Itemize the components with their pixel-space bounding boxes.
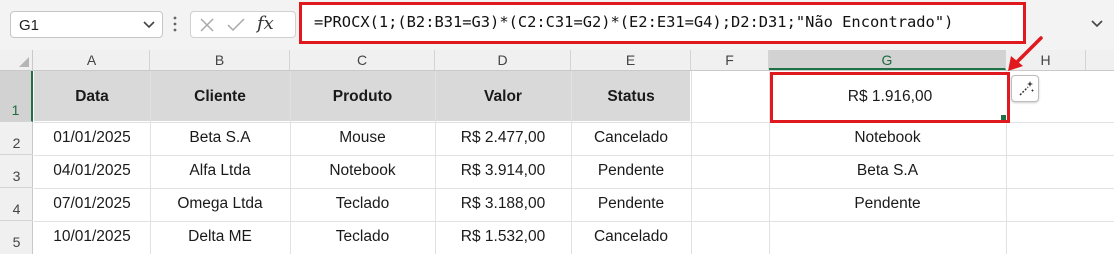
insert-function-button[interactable]: fx bbox=[257, 13, 274, 34]
more-options-icon[interactable] bbox=[172, 14, 178, 34]
cancel-icon[interactable] bbox=[199, 17, 215, 33]
criteria-cell-g4[interactable]: Pendente bbox=[769, 195, 1006, 213]
formula-bar: G1 fx =PROCX(1;(B2:B31=G3)*(C2:C31=G2)*(… bbox=[0, 0, 1114, 51]
table-cell[interactable]: R$ 2.477,00 bbox=[435, 129, 571, 147]
table-cell[interactable]: Alfa Ltda bbox=[150, 162, 290, 180]
lookup-result-value: R$ 1.916,00 bbox=[847, 88, 933, 105]
criteria-cell-g3[interactable]: Beta S.A bbox=[769, 162, 1006, 180]
formula-input[interactable]: =PROCX(1;(B2:B31=G3)*(C2:C31=G2)*(E2:E31… bbox=[299, 2, 1026, 44]
column-header-c[interactable]: C bbox=[290, 50, 435, 70]
table-cell[interactable]: Delta ME bbox=[150, 228, 290, 246]
fill-handle[interactable] bbox=[1001, 115, 1006, 120]
chevron-down-icon[interactable] bbox=[142, 19, 156, 31]
table-cell[interactable]: 04/01/2025 bbox=[34, 162, 150, 180]
table-cell[interactable]: R$ 3.188,00 bbox=[435, 195, 571, 213]
select-all-triangle bbox=[19, 57, 29, 67]
name-box-value: G1 bbox=[19, 17, 40, 34]
row-header-4[interactable]: 4 bbox=[0, 188, 33, 221]
column-header-f[interactable]: F bbox=[691, 50, 769, 70]
spreadsheet-window: G1 fx =PROCX(1;(B2:B31=G3)*(C2:C31=G2)*(… bbox=[0, 0, 1114, 254]
row-header-1[interactable]: 1 bbox=[0, 71, 33, 122]
table-cell[interactable]: 01/01/2025 bbox=[34, 129, 150, 147]
table-cell[interactable]: Cancelado bbox=[571, 228, 691, 246]
table-cell[interactable]: Pendente bbox=[571, 162, 691, 180]
table-cell[interactable]: Mouse bbox=[290, 129, 435, 147]
column-headers: A B C D E F G H bbox=[0, 50, 1114, 71]
table-cell[interactable]: 07/01/2025 bbox=[34, 195, 150, 213]
header-cell-data[interactable]: Data bbox=[34, 88, 150, 106]
table-cell[interactable]: Notebook bbox=[290, 162, 435, 180]
header-cell-status[interactable]: Status bbox=[571, 88, 691, 106]
row-header-3[interactable]: 3 bbox=[0, 155, 33, 188]
formula-text: =PROCX(1;(B2:B31=G3)*(C2:C31=G2)*(E2:E31… bbox=[314, 13, 954, 31]
column-header-a[interactable]: A bbox=[34, 50, 150, 70]
column-header-g[interactable]: G bbox=[769, 50, 1006, 70]
table-cell[interactable]: Teclado bbox=[290, 228, 435, 246]
table-cell[interactable]: Beta S.A bbox=[150, 129, 290, 147]
grid-line bbox=[34, 221, 1114, 222]
active-cell-g1[interactable]: R$ 1.916,00 bbox=[770, 72, 1010, 123]
check-icon[interactable] bbox=[226, 17, 246, 33]
table-cell[interactable]: Pendente bbox=[571, 195, 691, 213]
column-header-d[interactable]: D bbox=[435, 50, 571, 70]
cell-grid[interactable]: Data Cliente Produto Valor Status 01/01/… bbox=[34, 71, 1114, 254]
header-cell-cliente[interactable]: Cliente bbox=[150, 88, 290, 106]
row-headers: 1 2 3 4 5 bbox=[0, 71, 33, 254]
row-header-5[interactable]: 5 bbox=[0, 221, 33, 254]
select-all-button[interactable] bbox=[0, 50, 33, 70]
grid-line bbox=[34, 188, 1114, 189]
criteria-cell-g2[interactable]: Notebook bbox=[769, 129, 1006, 147]
quick-analysis-button[interactable] bbox=[1011, 75, 1039, 102]
header-cell-produto[interactable]: Produto bbox=[290, 88, 435, 106]
header-cell-valor[interactable]: Valor bbox=[435, 88, 571, 106]
table-cell[interactable]: Cancelado bbox=[571, 129, 691, 147]
grid-line bbox=[34, 155, 1114, 156]
formula-controls: fx bbox=[190, 11, 296, 38]
column-header-b[interactable]: B bbox=[150, 50, 290, 70]
table-cell[interactable]: Teclado bbox=[290, 195, 435, 213]
row-header-2[interactable]: 2 bbox=[0, 122, 33, 155]
name-box[interactable]: G1 bbox=[10, 11, 163, 38]
table-cell[interactable]: 10/01/2025 bbox=[34, 228, 150, 246]
table-cell[interactable]: Omega Ltda bbox=[150, 195, 290, 213]
table-cell[interactable]: R$ 3.914,00 bbox=[435, 162, 571, 180]
annotation-arrow-icon bbox=[1008, 36, 1043, 71]
grid-line bbox=[691, 71, 692, 254]
table-cell[interactable]: R$ 1.532,00 bbox=[435, 228, 571, 246]
column-header-e[interactable]: E bbox=[571, 50, 691, 70]
sparkle-wand-icon bbox=[1019, 81, 1034, 96]
expand-formula-bar-icon[interactable] bbox=[1090, 18, 1104, 30]
